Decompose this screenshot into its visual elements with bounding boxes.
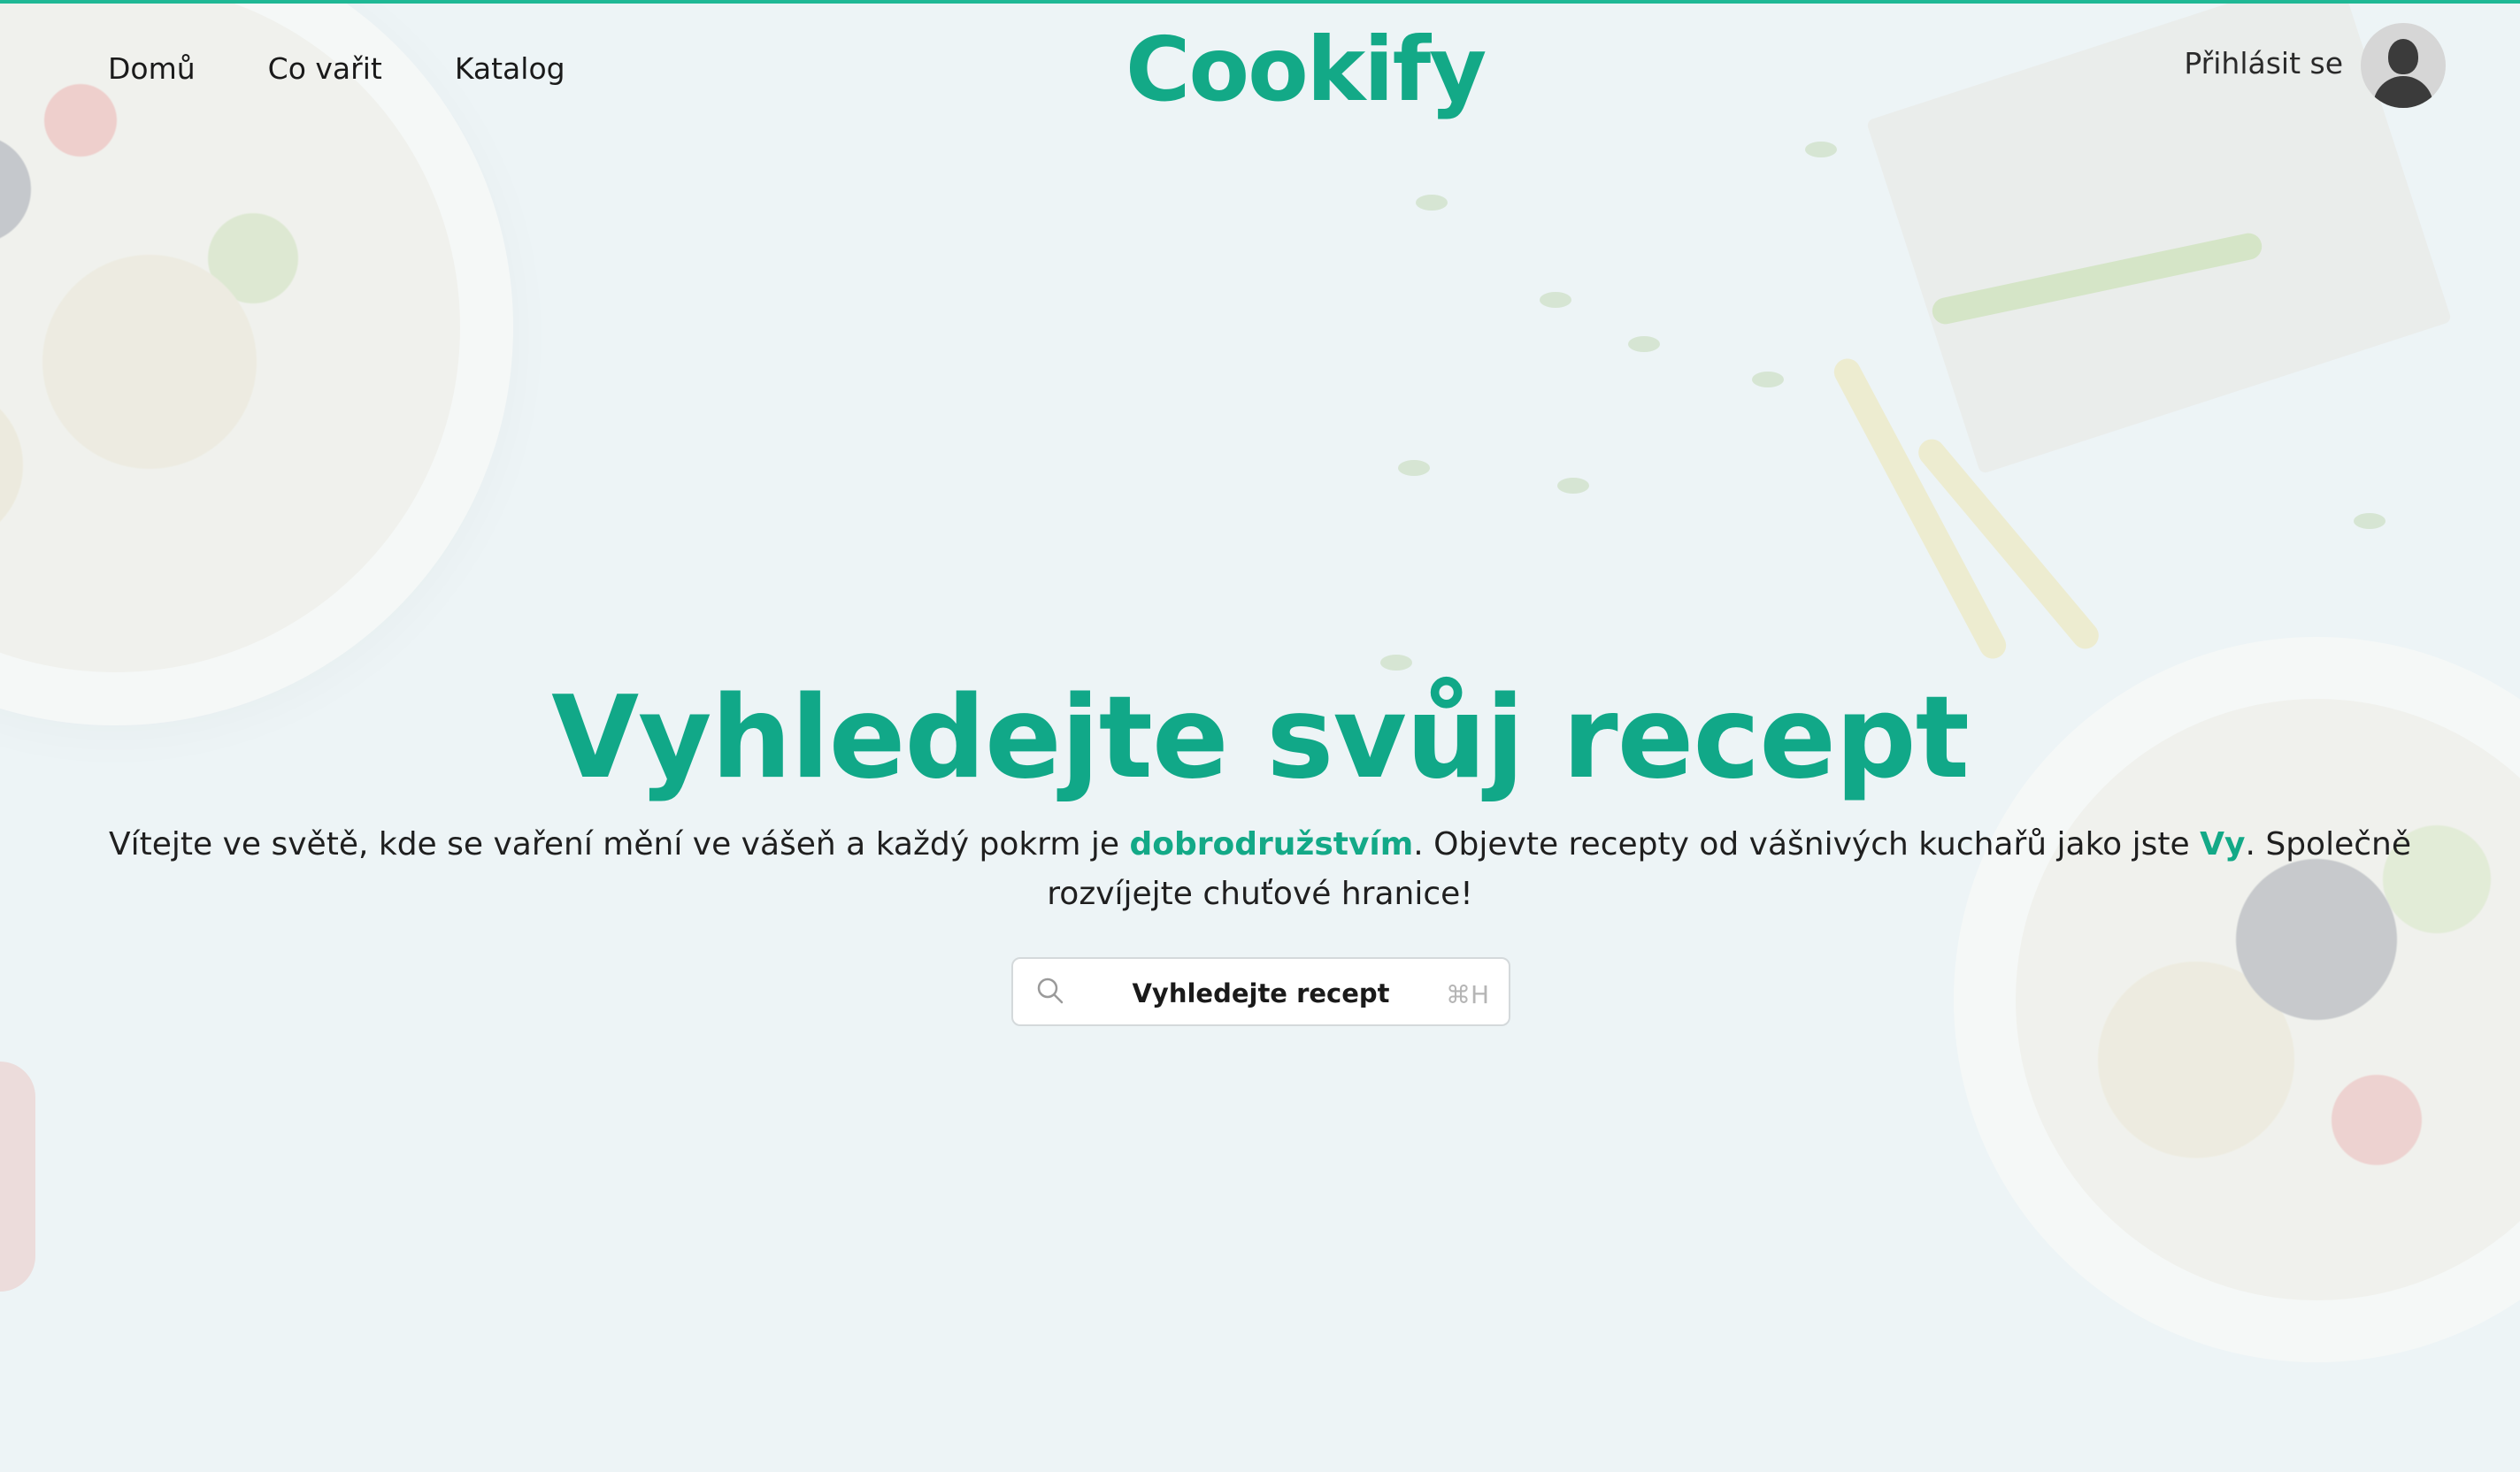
site-header: Domů Co vařit Katalog Cookify Přihlásit … [0, 4, 2520, 124]
hero-section: Vyhledejte svůj recept Vítejte ve světě,… [0, 672, 2520, 919]
recipe-search-box[interactable]: Vyhledejte recept ⌘H [1011, 957, 1510, 1026]
hero-title: Vyhledejte svůj recept [551, 672, 1970, 804]
nav-link-what-to-cook[interactable]: Co vařit [268, 51, 382, 86]
hero-intro: Vítejte ve světě, kde se vaření mění ve … [109, 826, 2411, 912]
main-nav: Domů Co vařit Katalog [108, 51, 565, 86]
highlight-you: Vy [2200, 826, 2246, 862]
cookify-logo[interactable]: Cookify [1126, 18, 1487, 121]
nav-link-catalog[interactable]: Katalog [455, 51, 565, 86]
login-link[interactable]: Přihlásit se [2184, 46, 2343, 80]
search-placeholder: Vyhledejte recept [1132, 978, 1390, 1008]
nav-link-home[interactable]: Domů [108, 51, 196, 86]
search-shortcut-hint: ⌘H [1445, 980, 1489, 1009]
highlight-adventure: dobrodružstvím [1129, 826, 1414, 862]
user-silhouette-icon[interactable] [2361, 23, 2446, 108]
